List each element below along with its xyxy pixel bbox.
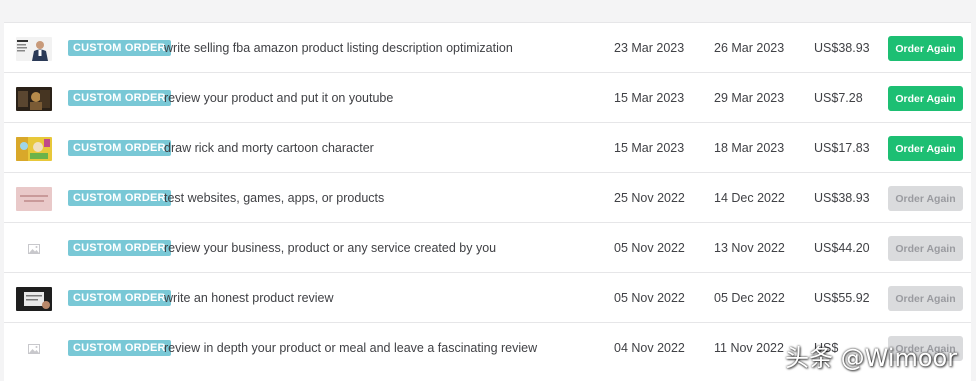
gig-title[interactable]: test websites, games, apps, or products [164, 191, 384, 205]
order-price: US$17.83 [814, 141, 870, 155]
gig-title[interactable]: review in depth your product or meal and… [164, 341, 537, 355]
order-again-button[interactable]: Order Again [888, 286, 963, 311]
order-thumbnail[interactable] [16, 187, 52, 211]
gig-title[interactable]: review your business, product or any ser… [164, 241, 496, 255]
order-again-button[interactable]: Order Again [888, 236, 963, 261]
gig-title[interactable]: write selling fba amazon product listing… [164, 41, 513, 55]
order-thumbnail[interactable] [16, 337, 52, 361]
custom-order-badge: CUSTOM ORDER [68, 90, 171, 106]
order-date: 15 Mar 2023 [614, 141, 685, 155]
delivery-date: 11 Nov 2022 [714, 341, 784, 355]
watermark: 头条 @Wimoor [785, 344, 958, 372]
order-price: US$7.28 [814, 91, 863, 105]
table-row: CUSTOM ORDER write an honest product rev… [4, 272, 971, 322]
order-thumbnail[interactable] [16, 237, 52, 261]
custom-order-badge: CUSTOM ORDER [68, 140, 171, 156]
delivery-date: 05 Dec 2022 [714, 291, 785, 305]
order-thumbnail[interactable] [16, 137, 52, 161]
table-row: CUSTOM ORDER review your product and put… [4, 72, 971, 122]
order-date: 23 Mar 2023 [614, 41, 685, 55]
order-date: 25 Nov 2022 [614, 191, 685, 205]
gig-title[interactable]: review your product and put it on youtub… [164, 91, 393, 105]
order-date: 04 Nov 2022 [614, 341, 685, 355]
delivery-date: 18 Mar 2023 [714, 141, 785, 155]
order-price: US$44.20 [814, 241, 870, 255]
custom-order-badge: CUSTOM ORDER [68, 340, 171, 356]
order-date: 05 Nov 2022 [614, 241, 685, 255]
gig-title[interactable]: draw rick and morty cartoon character [164, 141, 374, 155]
table-row: CUSTOM ORDER test websites, games, apps,… [4, 172, 971, 222]
delivery-date: 26 Mar 2023 [714, 41, 785, 55]
order-again-button[interactable]: Order Again [888, 136, 963, 161]
image-placeholder-icon [28, 244, 40, 254]
table-row: CUSTOM ORDER review your business, produ… [4, 222, 971, 272]
delivery-date: 14 Dec 2022 [714, 191, 785, 205]
orders-table: CUSTOM ORDER write selling fba amazon pr… [4, 22, 971, 381]
table-row: CUSTOM ORDER draw rick and morty cartoon… [4, 122, 971, 172]
custom-order-badge: CUSTOM ORDER [68, 240, 171, 256]
order-again-button[interactable]: Order Again [888, 186, 963, 211]
order-thumbnail[interactable] [16, 87, 52, 111]
order-thumbnail[interactable] [16, 287, 52, 311]
table-row: CUSTOM ORDER write selling fba amazon pr… [4, 22, 971, 72]
order-thumbnail[interactable] [16, 37, 52, 61]
order-price: US$38.93 [814, 191, 870, 205]
order-date: 15 Mar 2023 [614, 91, 685, 105]
custom-order-badge: CUSTOM ORDER [68, 190, 171, 206]
gig-title[interactable]: write an honest product review [164, 291, 334, 305]
delivery-date: 29 Mar 2023 [714, 91, 785, 105]
delivery-date: 13 Nov 2022 [714, 241, 785, 255]
image-placeholder-icon [28, 344, 40, 354]
custom-order-badge: CUSTOM ORDER [68, 290, 171, 306]
order-again-button[interactable]: Order Again [888, 86, 963, 111]
custom-order-badge: CUSTOM ORDER [68, 40, 171, 56]
order-again-button[interactable]: Order Again [888, 36, 963, 61]
order-price: US$55.92 [814, 291, 870, 305]
order-date: 05 Nov 2022 [614, 291, 685, 305]
order-price: US$38.93 [814, 41, 870, 55]
